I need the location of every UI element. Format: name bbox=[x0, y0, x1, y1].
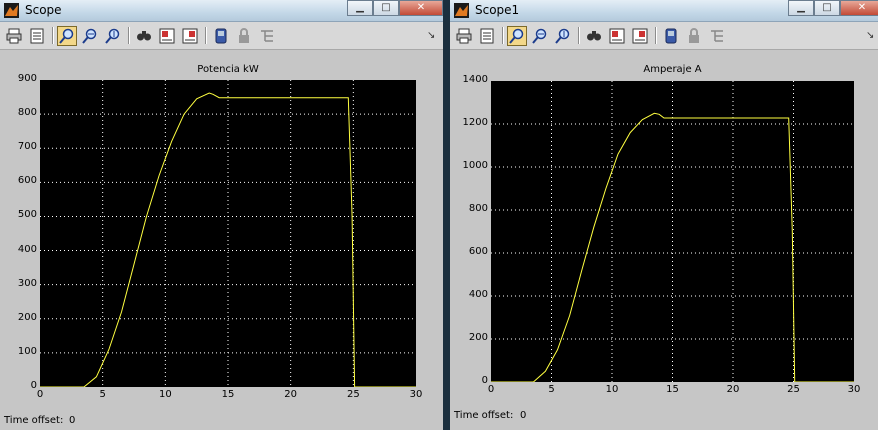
signal-selection-icon[interactable] bbox=[257, 26, 277, 46]
x-tick-label: 25 bbox=[346, 389, 360, 400]
parameters-icon[interactable] bbox=[477, 26, 497, 46]
toolbar-separator bbox=[502, 27, 504, 44]
y-tick-label: 400 bbox=[17, 243, 37, 255]
axes-title: Amperaje A bbox=[643, 64, 702, 75]
y-tick-label: 0 bbox=[481, 375, 488, 386]
floating-scope-icon[interactable] bbox=[661, 26, 681, 46]
x-tick-label: 15 bbox=[221, 389, 235, 400]
x-tick-label: 15 bbox=[666, 384, 679, 395]
x-tick-label: 30 bbox=[409, 389, 423, 400]
scope-toolbar: ↘ bbox=[0, 22, 443, 50]
y-tick-label: 500 bbox=[17, 209, 37, 221]
time-offset-label: Time offset: bbox=[454, 410, 514, 421]
toolbar-separator bbox=[128, 27, 130, 44]
print-icon[interactable] bbox=[4, 26, 24, 46]
toolbar-overflow-icon[interactable]: ↘ bbox=[427, 30, 435, 41]
parameters-icon[interactable] bbox=[27, 26, 47, 46]
zoom-icon[interactable] bbox=[507, 26, 527, 46]
window-controls: ▁ □ ✕ bbox=[788, 0, 878, 16]
zoom-y-icon[interactable] bbox=[553, 26, 573, 46]
save-axes-icon[interactable] bbox=[157, 26, 177, 46]
y-tick-label: 100 bbox=[17, 345, 37, 357]
window-title: Scope1 bbox=[475, 3, 520, 17]
chart-svg bbox=[40, 80, 416, 387]
floating-scope-icon[interactable] bbox=[211, 26, 231, 46]
maximize-button[interactable]: □ bbox=[814, 0, 840, 16]
x-tick-label: 10 bbox=[605, 384, 619, 395]
print-icon[interactable] bbox=[454, 26, 474, 46]
matlab-icon bbox=[454, 3, 469, 18]
window-title: Scope bbox=[25, 3, 62, 17]
zoom-y-icon[interactable] bbox=[103, 26, 123, 46]
x-tick-label: 20 bbox=[726, 384, 740, 395]
zoom-icon[interactable] bbox=[57, 26, 77, 46]
zoom-x-icon[interactable] bbox=[80, 26, 100, 46]
time-offset-label: Time offset: bbox=[4, 415, 64, 426]
y-tick-label: 800 bbox=[17, 107, 37, 119]
toolbar-separator bbox=[52, 27, 54, 44]
x-tick-label: 30 bbox=[847, 384, 861, 395]
x-tick-label: 10 bbox=[158, 389, 172, 400]
plot-area[interactable] bbox=[491, 81, 854, 382]
y-tick-label: 1400 bbox=[462, 74, 488, 85]
toolbar-separator bbox=[205, 27, 207, 44]
matlab-icon bbox=[4, 3, 19, 18]
x-tick-label: 5 bbox=[99, 389, 106, 400]
toolbar-separator bbox=[655, 27, 657, 44]
restore-axes-icon[interactable] bbox=[180, 26, 200, 46]
close-button[interactable]: ✕ bbox=[840, 0, 878, 16]
y-tick-label: 1000 bbox=[462, 160, 488, 171]
y-tick-label: 200 bbox=[468, 332, 488, 343]
y-tick-label: 300 bbox=[17, 277, 37, 289]
save-axes-icon[interactable] bbox=[607, 26, 627, 46]
x-tick-label: 25 bbox=[787, 384, 800, 395]
y-tick-label: 600 bbox=[17, 175, 37, 187]
signal-selection-icon[interactable] bbox=[707, 26, 727, 46]
close-button[interactable]: ✕ bbox=[399, 0, 443, 16]
y-tick-label: 0 bbox=[30, 380, 37, 391]
scope-toolbar: ↘ bbox=[450, 22, 878, 50]
zoom-x-icon[interactable] bbox=[530, 26, 550, 46]
autoscale-icon[interactable] bbox=[584, 26, 604, 46]
scope1-window: Scope1 ▁ □ ✕ ↘ Amperaje A 0 5 10 15 20 25 30 0 2… bbox=[450, 0, 878, 430]
y-tick-label: 600 bbox=[468, 246, 488, 257]
y-tick-label: 400 bbox=[468, 289, 488, 300]
x-tick-label: 20 bbox=[284, 389, 298, 400]
window-controls: ▁ □ ✕ bbox=[347, 0, 443, 16]
axes-title: Potencia kW bbox=[197, 64, 259, 75]
maximize-button[interactable]: □ bbox=[373, 0, 399, 16]
y-tick-label: 700 bbox=[17, 141, 37, 153]
minimize-button[interactable]: ▁ bbox=[347, 0, 373, 16]
scope-window: Scope ▁ □ ✕ ↘ Potencia kW 0 5 10 15 20 25 30 0 1… bbox=[0, 0, 443, 430]
lock-icon[interactable] bbox=[234, 26, 254, 46]
toolbar-separator bbox=[578, 27, 580, 44]
y-tick-label: 200 bbox=[17, 311, 37, 323]
lock-icon[interactable] bbox=[684, 26, 704, 46]
x-tick-label: 5 bbox=[548, 384, 555, 395]
chart-svg bbox=[491, 81, 854, 382]
title-bar[interactable]: Scope ▁ □ ✕ bbox=[0, 0, 443, 22]
restore-axes-icon[interactable] bbox=[630, 26, 650, 46]
time-offset-value: 0 bbox=[69, 415, 76, 426]
autoscale-icon[interactable] bbox=[134, 26, 154, 46]
toolbar-overflow-icon[interactable]: ↘ bbox=[866, 30, 874, 41]
minimize-button[interactable]: ▁ bbox=[788, 0, 814, 16]
y-tick-label: 800 bbox=[468, 203, 488, 214]
title-bar[interactable]: Scope1 ▁ □ ✕ bbox=[450, 0, 878, 22]
time-offset-value: 0 bbox=[520, 410, 527, 421]
y-tick-label: 900 bbox=[17, 73, 37, 84]
plot-area[interactable] bbox=[40, 80, 416, 387]
y-tick-label: 1200 bbox=[462, 117, 488, 128]
